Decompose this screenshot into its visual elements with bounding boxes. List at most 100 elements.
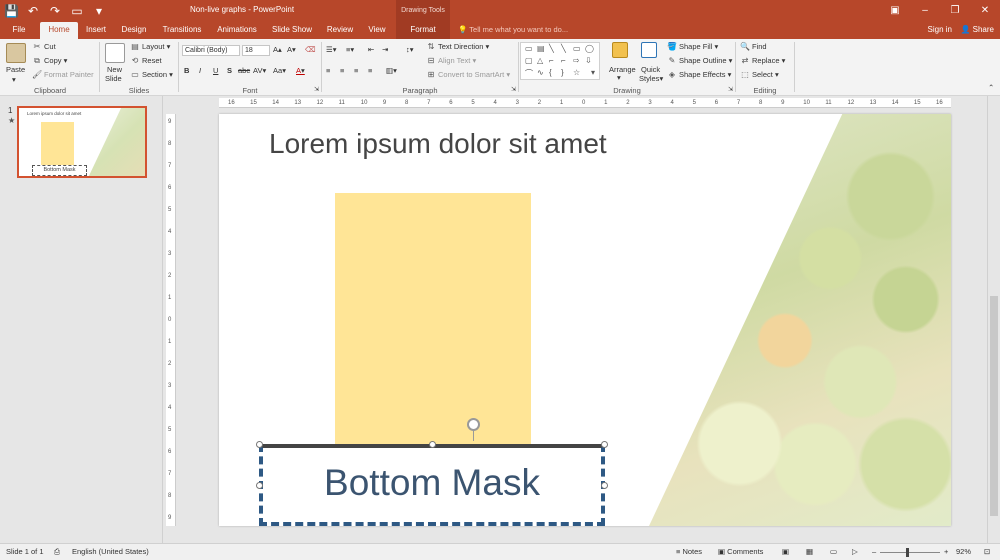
- zoom-slider[interactable]: [880, 552, 940, 553]
- customize-qat-icon[interactable]: ▾: [92, 3, 106, 19]
- arrange-button[interactable]: Arrange: [609, 65, 636, 75]
- language-indicator[interactable]: English (United States): [72, 547, 149, 556]
- font-dialog-launcher-icon[interactable]: ⇲: [314, 85, 319, 95]
- underline-button[interactable]: U: [213, 66, 218, 76]
- drawing-dialog-launcher-icon[interactable]: ⇲: [728, 85, 733, 95]
- tell-me-search[interactable]: 💡 Tell me what you want to do...: [458, 22, 568, 39]
- slide[interactable]: Lorem ipsum dolor sit amet Bottom Mask: [219, 114, 951, 526]
- paragraph-dialog-launcher-icon[interactable]: ⇲: [511, 85, 516, 95]
- tab-animations[interactable]: Animations: [212, 22, 262, 39]
- character-spacing-button[interactable]: AV▾: [253, 66, 266, 76]
- resize-handle-e[interactable]: [601, 482, 608, 489]
- decrease-indent-icon[interactable]: ⇤: [368, 45, 374, 55]
- resize-handle-ne[interactable]: [601, 441, 608, 448]
- undo-icon[interactable]: ↶: [26, 3, 40, 19]
- fit-slide-icon[interactable]: ⊡: [984, 547, 990, 556]
- layout-button[interactable]: ▤ Layout ▾: [130, 42, 170, 52]
- align-center-icon[interactable]: ≡: [340, 66, 344, 76]
- paste-dropdown-icon[interactable]: ▾: [12, 75, 16, 85]
- resize-handle-nw[interactable]: [256, 441, 263, 448]
- zoom-in-icon[interactable]: +: [944, 547, 948, 556]
- zoom-slider-knob[interactable]: [906, 548, 909, 557]
- font-size-combo[interactable]: 18: [242, 45, 270, 56]
- select-button[interactable]: ⬚ Select ▾: [740, 70, 779, 80]
- grow-font-icon[interactable]: A▴: [273, 45, 282, 55]
- new-slide-icon[interactable]: [105, 43, 125, 63]
- ribbon-display-icon[interactable]: ▣: [880, 0, 910, 22]
- tab-review[interactable]: Review: [322, 22, 358, 39]
- share-button[interactable]: 👤 Share: [960, 22, 994, 39]
- fruit-photo[interactable]: [649, 114, 951, 526]
- clear-formatting-icon[interactable]: ⌫: [305, 45, 316, 55]
- restore-icon[interactable]: ❐: [940, 0, 970, 22]
- start-slideshow-icon[interactable]: ▭: [70, 3, 84, 19]
- tab-slide-show[interactable]: Slide Show: [268, 22, 316, 39]
- copy-button[interactable]: ⧉ Copy ▾: [32, 56, 67, 66]
- increase-indent-icon[interactable]: ⇥: [382, 45, 388, 55]
- vertical-scrollbar[interactable]: [987, 96, 1000, 543]
- resize-handle-n[interactable]: [429, 441, 436, 448]
- strikethrough-button[interactable]: abc: [238, 66, 250, 76]
- italic-button[interactable]: I: [199, 66, 201, 76]
- slide-thumbnail[interactable]: Lorem ipsum dolor sit amet Bottom Mask: [17, 106, 147, 178]
- font-name-combo[interactable]: Calibri (Body): [182, 45, 240, 56]
- text-direction-button[interactable]: ⇅ Text Direction ▾: [426, 42, 490, 52]
- find-button[interactable]: 🔍 Find: [740, 42, 767, 52]
- scrollbar-thumb[interactable]: [990, 296, 998, 516]
- normal-view-icon[interactable]: ▣: [782, 547, 789, 556]
- slide-title[interactable]: Lorem ipsum dolor sit amet: [269, 128, 607, 160]
- reading-view-icon[interactable]: ▭: [830, 547, 837, 556]
- format-painter-button[interactable]: 🖌 Format Painter: [32, 70, 94, 80]
- replace-button[interactable]: ⇄ Replace ▾: [740, 56, 786, 66]
- yellow-rectangle[interactable]: [335, 193, 531, 448]
- shape-outline-button[interactable]: ✎ Shape Outline ▾: [667, 56, 733, 66]
- sign-in-link[interactable]: Sign in: [928, 22, 952, 39]
- spellcheck-icon[interactable]: ⎙: [54, 547, 60, 557]
- tab-view[interactable]: View: [362, 22, 392, 39]
- paste-icon[interactable]: [6, 43, 26, 63]
- tab-file[interactable]: File: [6, 22, 32, 39]
- close-icon[interactable]: ✕: [970, 0, 1000, 22]
- resize-handle-w[interactable]: [256, 482, 263, 489]
- shape-effects-button[interactable]: ◈ Shape Effects ▾: [667, 70, 732, 80]
- save-icon[interactable]: 💾: [4, 3, 19, 19]
- convert-smartart-button[interactable]: ⊞ Convert to SmartArt ▾: [426, 70, 511, 80]
- cut-button[interactable]: ✂ Cut: [32, 42, 56, 52]
- zoom-level[interactable]: 92%: [956, 547, 971, 556]
- font-color-button[interactable]: A▾: [296, 66, 305, 76]
- bullets-icon[interactable]: ☰▾: [326, 45, 337, 55]
- slideshow-view-icon[interactable]: ▷: [852, 547, 858, 556]
- numbering-icon[interactable]: ≡▾: [346, 45, 354, 55]
- line-spacing-icon[interactable]: ↕▾: [406, 45, 414, 55]
- text-shadow-button[interactable]: S: [227, 66, 232, 76]
- columns-icon[interactable]: ▥▾: [386, 66, 397, 76]
- bottom-mask-text[interactable]: Bottom Mask: [259, 462, 605, 504]
- section-button[interactable]: ▭ Section ▾: [130, 70, 173, 80]
- notes-button[interactable]: ≡ Notes: [676, 547, 702, 556]
- change-case-button[interactable]: Aa▾: [273, 66, 286, 76]
- paste-button[interactable]: Paste: [6, 65, 25, 75]
- minimize-icon[interactable]: –: [910, 0, 940, 22]
- align-left-icon[interactable]: ≡: [326, 66, 330, 76]
- tab-design[interactable]: Design: [116, 22, 152, 39]
- shape-fill-button[interactable]: 🪣 Shape Fill ▾: [667, 42, 718, 52]
- reset-button[interactable]: ⟲ Reset: [130, 56, 162, 66]
- rotate-handle[interactable]: [467, 418, 480, 431]
- quick-styles-icon[interactable]: [641, 42, 657, 58]
- tab-format[interactable]: Format: [396, 22, 450, 39]
- zoom-out-icon[interactable]: –: [872, 547, 876, 556]
- redo-icon[interactable]: ↷: [48, 3, 62, 19]
- shrink-font-icon[interactable]: A▾: [287, 45, 296, 55]
- tab-home[interactable]: Home: [40, 22, 78, 39]
- align-text-button[interactable]: ⊟ Align Text ▾: [426, 56, 477, 66]
- comments-button[interactable]: ▣ Comments: [718, 547, 763, 556]
- collapse-ribbon-icon[interactable]: ⌃: [988, 83, 994, 93]
- justify-icon[interactable]: ≡: [368, 66, 372, 76]
- arrange-dropdown-icon[interactable]: ▾: [617, 73, 621, 83]
- arrange-icon[interactable]: [612, 42, 628, 58]
- bold-button[interactable]: B: [184, 66, 189, 76]
- tab-insert[interactable]: Insert: [80, 22, 112, 39]
- tab-transitions[interactable]: Transitions: [158, 22, 206, 39]
- slide-sorter-icon[interactable]: ▦: [806, 547, 813, 556]
- align-right-icon[interactable]: ≡: [354, 66, 358, 76]
